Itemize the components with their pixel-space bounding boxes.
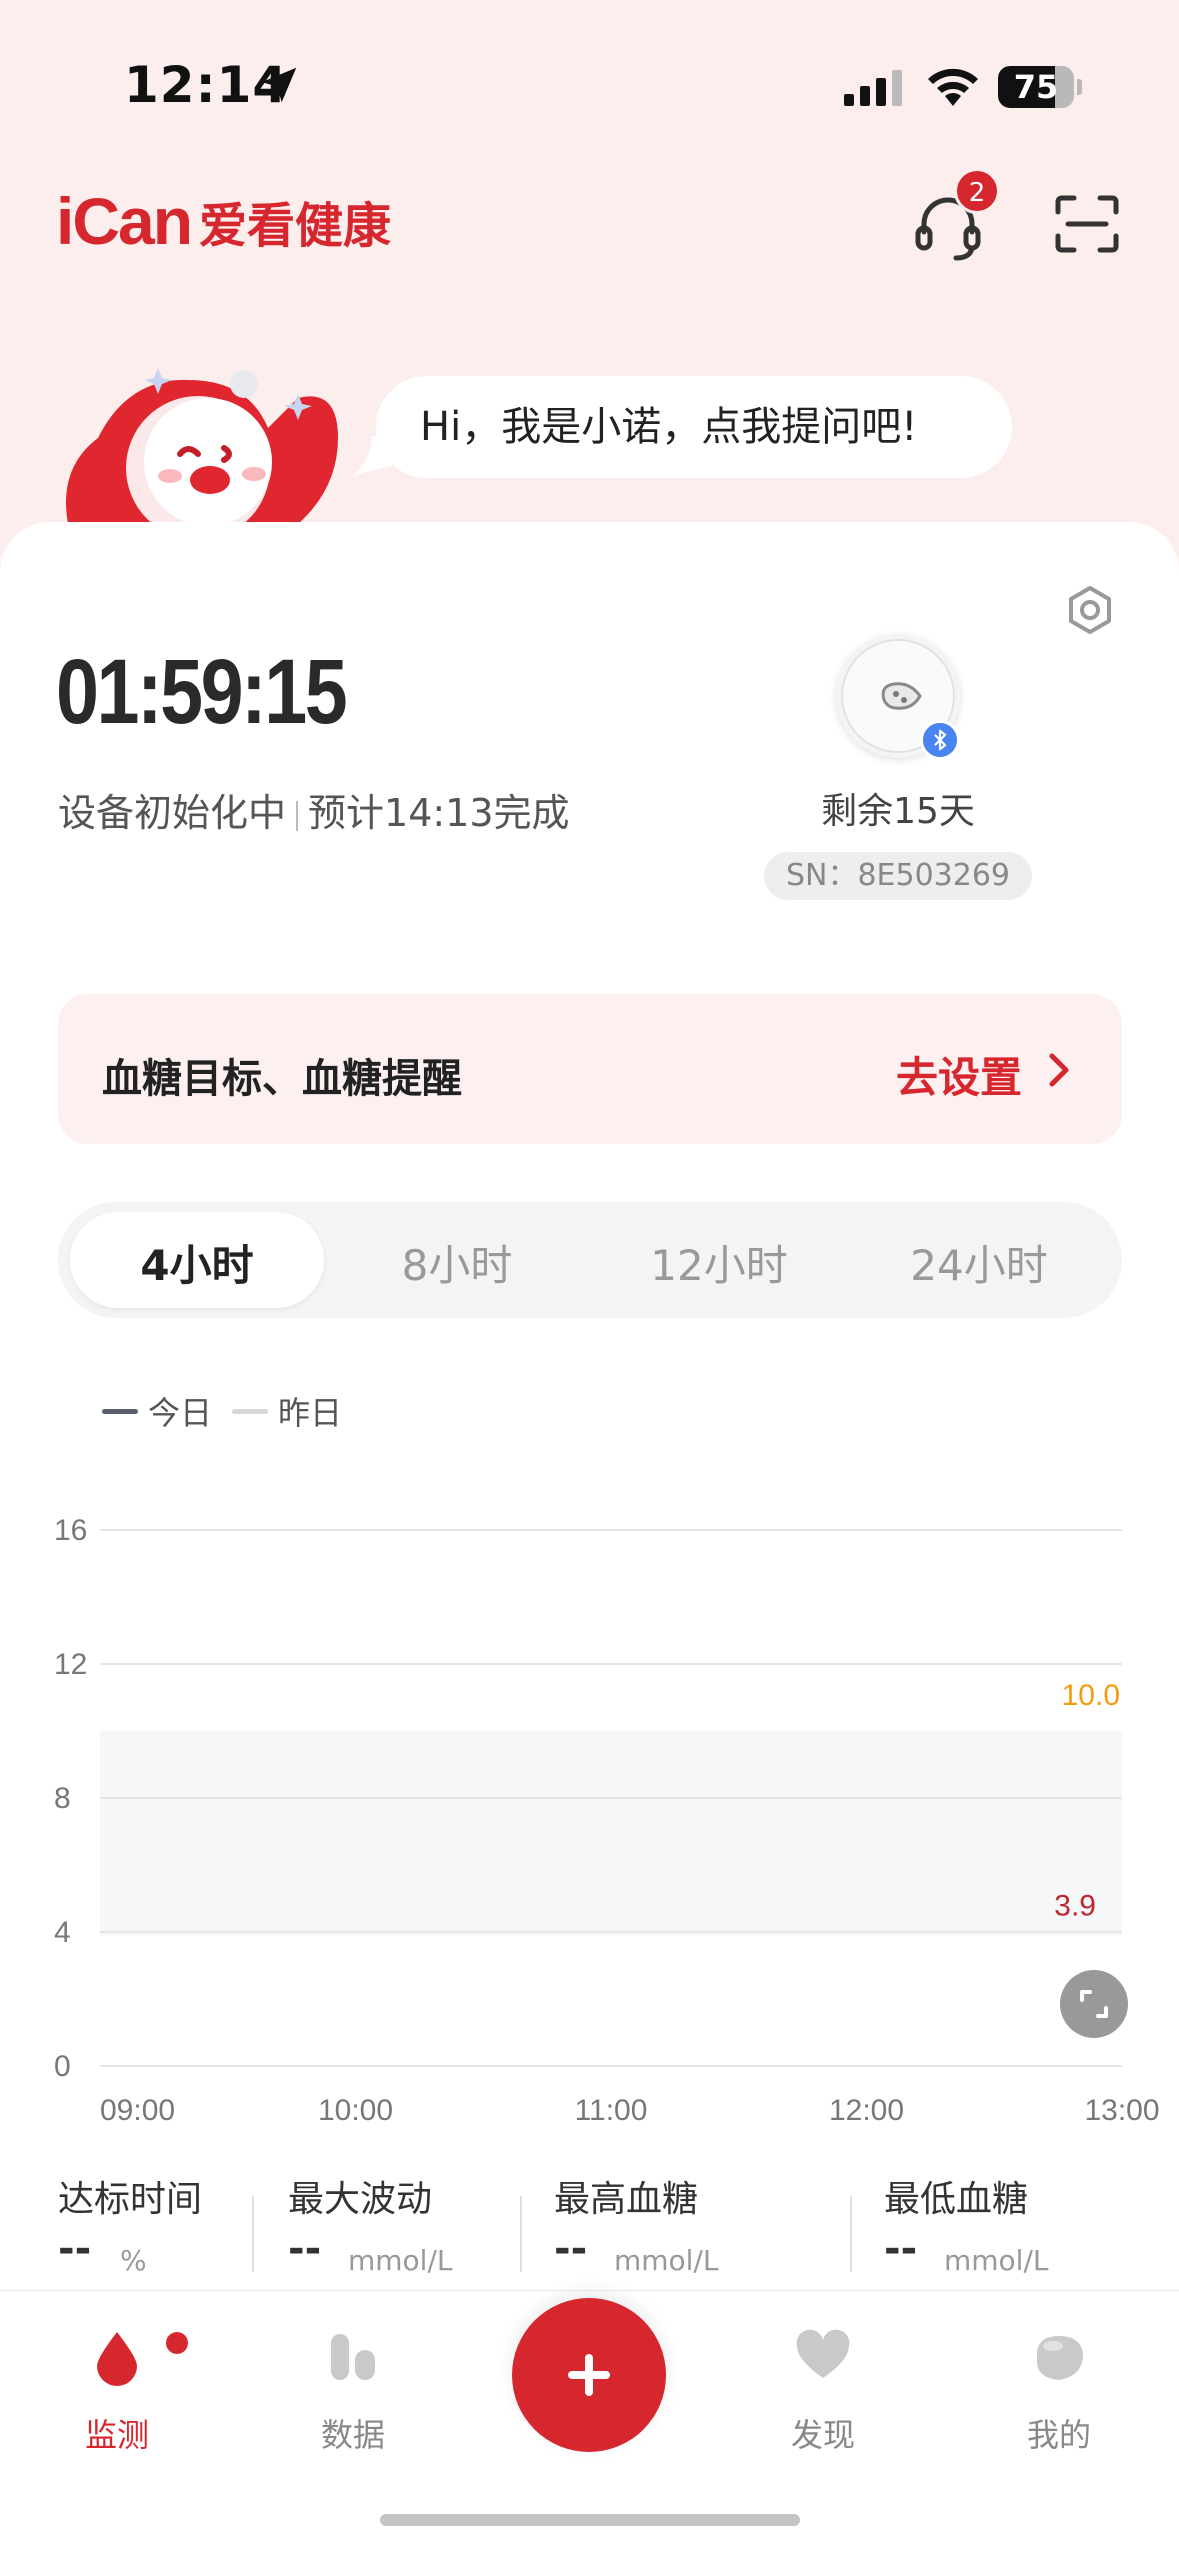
target-range-band xyxy=(100,1731,1122,1936)
nav-data[interactable]: 数据 xyxy=(278,2324,428,2456)
sensor-serial-number: SN：8E503269 xyxy=(764,852,1032,900)
notification-badge: 2 xyxy=(954,168,1000,214)
glucose-chart: 16 12 8 4 0 09:00 10:00 11:00 12:00 13:00 10.0 3.9 xyxy=(54,1514,1160,2127)
logo-text-cn: 爱看健康 xyxy=(199,198,392,254)
expand-icon xyxy=(1080,1990,1108,2018)
x-tick-label: 09:00 xyxy=(100,2094,175,2127)
stat-highest-glucose-value: -- xyxy=(554,2226,588,2272)
stat-lowest-glucose-unit: mmol/L xyxy=(944,2244,1049,2277)
mascot-character[interactable] xyxy=(58,358,348,524)
countdown-timer: 01:59:15 xyxy=(56,641,348,743)
legend-yesterday-swatch xyxy=(232,1408,269,1414)
chevron-right-icon xyxy=(1049,1053,1069,1087)
tab-4-hours[interactable]: 4小时 xyxy=(70,1232,324,1293)
nav-profile[interactable]: 我的 xyxy=(984,2324,1134,2456)
legend-yesterday-label: 昨日 xyxy=(278,1394,343,1432)
legend-yesterday: 昨日 xyxy=(232,1388,342,1434)
scan-icon[interactable] xyxy=(1054,194,1120,254)
stat-lowest-glucose-value: -- xyxy=(884,2226,918,2272)
nav-monitor-dot xyxy=(166,2332,188,2354)
stat-divider xyxy=(520,2196,522,2272)
goal-banner-title: 血糖目标、血糖提醒 xyxy=(102,1056,462,1102)
app-logo: iCan 爱看健康 xyxy=(56,184,392,258)
tab-12-hours[interactable]: 12小时 xyxy=(592,1232,846,1293)
home-indicator xyxy=(380,2514,800,2526)
plus-icon xyxy=(568,2354,610,2396)
assistant-greeting-bubble[interactable]: Hi，我是小诺，点我提问吧! xyxy=(376,376,1012,478)
legend-today-swatch xyxy=(102,1408,138,1414)
blood-drop-icon xyxy=(97,2332,137,2386)
tab-24-hours[interactable]: 24小时 xyxy=(852,1232,1106,1293)
location-arrow-icon xyxy=(261,67,297,103)
y-tick-label: 16 xyxy=(54,1514,87,1547)
chart-legend: 今日 昨日 xyxy=(102,1388,362,1434)
add-record-button[interactable] xyxy=(512,2298,666,2452)
goal-settings-link[interactable]: 去设置 xyxy=(896,1044,1022,1105)
stat-highest-glucose-label: 最高血糖 xyxy=(554,2179,699,2220)
expand-chart-button[interactable] xyxy=(1060,1970,1128,2038)
low-threshold-label: 3.9 xyxy=(1054,1889,1096,1922)
stat-divider xyxy=(252,2196,254,2272)
x-tick-label: 10:00 xyxy=(318,2094,393,2127)
profile-icon xyxy=(1037,2336,1083,2380)
settings-icon[interactable] xyxy=(1064,584,1116,636)
x-tick-label: 13:00 xyxy=(1084,2094,1159,2127)
legend-today-label: 今日 xyxy=(148,1394,213,1432)
stat-max-fluctuation-label: 最大波动 xyxy=(288,2179,433,2220)
wifi-icon xyxy=(928,68,978,106)
device-status-line: 设备初始化中 预计14:13完成 xyxy=(58,782,570,837)
stat-max-fluctuation-value: -- xyxy=(288,2226,322,2272)
sensor-days-remaining: 剩余15天 xyxy=(821,791,975,832)
x-tick-label: 12:00 xyxy=(829,2094,904,2127)
high-threshold-label: 10.0 xyxy=(1062,1679,1120,1712)
cellular-signal-icon xyxy=(844,70,902,106)
stat-time-in-range-value: -- xyxy=(58,2226,92,2272)
chart-bars-icon xyxy=(331,2334,375,2380)
nav-profile-label: 我的 xyxy=(1026,2416,1091,2454)
tab-8-hours[interactable]: 8小时 xyxy=(330,1232,584,1293)
device-eta: 预计14:13完成 xyxy=(308,791,570,835)
y-tick-label: 0 xyxy=(54,2050,71,2083)
x-tick-label: 11:00 xyxy=(575,2094,648,2127)
logo-text-en: iCan xyxy=(56,184,193,258)
nav-monitor-label: 监测 xyxy=(84,2416,149,2454)
stat-highest-glucose-unit: mmol/L xyxy=(614,2244,719,2277)
stat-time-in-range-label: 达标时间 xyxy=(58,2179,203,2220)
battery-indicator: 75 xyxy=(998,66,1082,108)
stat-time-in-range-unit: % xyxy=(120,2244,147,2277)
stat-max-fluctuation-unit: mmol/L xyxy=(348,2244,453,2277)
device-status: 设备初始化中 xyxy=(58,791,287,835)
bluetooth-icon xyxy=(920,720,960,760)
heart-icon xyxy=(796,2329,850,2378)
legend-today: 今日 xyxy=(102,1388,212,1434)
y-tick-label: 12 xyxy=(54,1648,87,1681)
nav-data-label: 数据 xyxy=(320,2416,385,2454)
y-tick-label: 4 xyxy=(54,1916,71,1949)
stat-divider xyxy=(850,2196,852,2272)
nav-discover[interactable]: 发现 xyxy=(748,2324,898,2456)
nav-discover-label: 发现 xyxy=(790,2416,855,2454)
stat-lowest-glucose-label: 最低血糖 xyxy=(884,2179,1029,2220)
battery-percent: 75 xyxy=(1013,68,1059,106)
y-tick-label: 8 xyxy=(54,1782,71,1815)
